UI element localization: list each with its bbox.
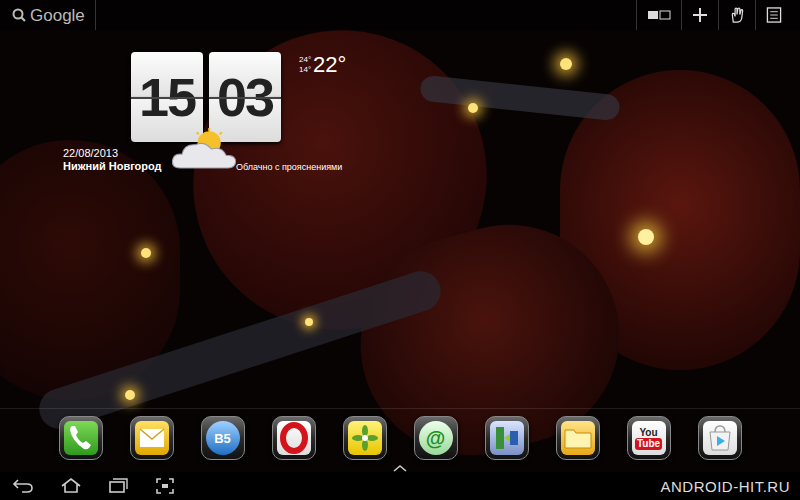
screenshot-button[interactable]: [153, 476, 177, 496]
watermark: ANDROID-HIT.RU: [661, 479, 791, 494]
icon-text: You: [639, 427, 657, 438]
email-icon: @: [419, 421, 453, 455]
chevron-up-icon: [393, 464, 407, 472]
transfer-icon: [490, 421, 524, 455]
folder-icon: [561, 421, 595, 455]
app-shortcut[interactable]: [272, 416, 316, 460]
icon-text: @: [426, 428, 446, 448]
icon-text: B5: [214, 432, 231, 445]
back-button[interactable]: [12, 476, 36, 496]
top-actions: [636, 0, 800, 30]
flip-line: [209, 97, 281, 99]
app-shortcut[interactable]: [698, 416, 742, 460]
high-temp: 24°: [299, 55, 311, 65]
app-shortcut[interactable]: [556, 416, 600, 460]
temperatures: 24°14°22°: [299, 54, 346, 76]
app-shortcut[interactable]: [485, 416, 529, 460]
add-icon: [692, 7, 708, 23]
current-temp: 22°: [313, 54, 346, 76]
phone-icon: [64, 421, 98, 455]
mail-icon: [135, 421, 169, 455]
hand-icon: [729, 7, 745, 23]
app-drawer-handle[interactable]: [393, 460, 407, 472]
dock: B5 @ YouTube: [59, 409, 742, 460]
low-temp: 14°: [299, 65, 311, 75]
play-store-icon: [703, 421, 737, 455]
top-action-button[interactable]: [718, 0, 755, 30]
gallery-icon: [348, 421, 382, 455]
back-icon: [12, 476, 36, 496]
wallpaper: [0, 0, 800, 500]
flip-line: [131, 97, 203, 99]
high-low: 24°14°: [299, 55, 311, 75]
search-label: Google: [30, 7, 85, 24]
app-shortcut[interactable]: [343, 416, 387, 460]
clock-row: 1503 24°14°22°: [63, 52, 363, 142]
menu-icon: [766, 7, 782, 23]
search-icon: [12, 8, 26, 22]
top-action-button[interactable]: [755, 0, 792, 30]
top-action-button[interactable]: [636, 0, 681, 30]
app-shortcut[interactable]: [130, 416, 174, 460]
partly-cloudy-icon: [169, 128, 239, 170]
recent-apps-button[interactable]: [106, 476, 130, 496]
hours-card: 15: [131, 52, 203, 142]
clock-weather-widget[interactable]: 150324°14°22°22/08/2013Нижний НовгородОб…: [63, 52, 363, 174]
player-icon: B5: [206, 421, 240, 455]
flip-clock: 1503: [131, 52, 281, 142]
workspace: 150324°14°22°22/08/2013Нижний НовгородОб…: [0, 30, 800, 408]
google-search[interactable]: Google: [0, 0, 96, 30]
opera-icon: [277, 421, 311, 455]
preview-icon: [647, 8, 671, 22]
minutes-card: 03: [209, 52, 281, 142]
navigation-bar: ANDROID-HIT.RU: [0, 472, 800, 500]
condition: Облачно с прояснениями: [236, 161, 342, 174]
app-shortcut[interactable]: YouTube: [627, 416, 671, 460]
youtube-icon: YouTube: [632, 421, 666, 455]
app-shortcut[interactable]: [59, 416, 103, 460]
recent-apps-icon: [106, 476, 130, 496]
top-action-button[interactable]: [681, 0, 718, 30]
icon-text: Tube: [635, 438, 662, 450]
home-screen: Google 150324°14°22°22/08/2013Нижний Нов…: [0, 0, 800, 500]
app-shortcut[interactable]: @: [414, 416, 458, 460]
home-button[interactable]: [59, 476, 83, 496]
screenshot-icon: [153, 476, 177, 496]
home-icon: [59, 476, 83, 496]
app-shortcut[interactable]: B5: [201, 416, 245, 460]
dock-area: B5 @ YouTube: [0, 408, 800, 472]
top-bar: Google: [0, 0, 800, 30]
